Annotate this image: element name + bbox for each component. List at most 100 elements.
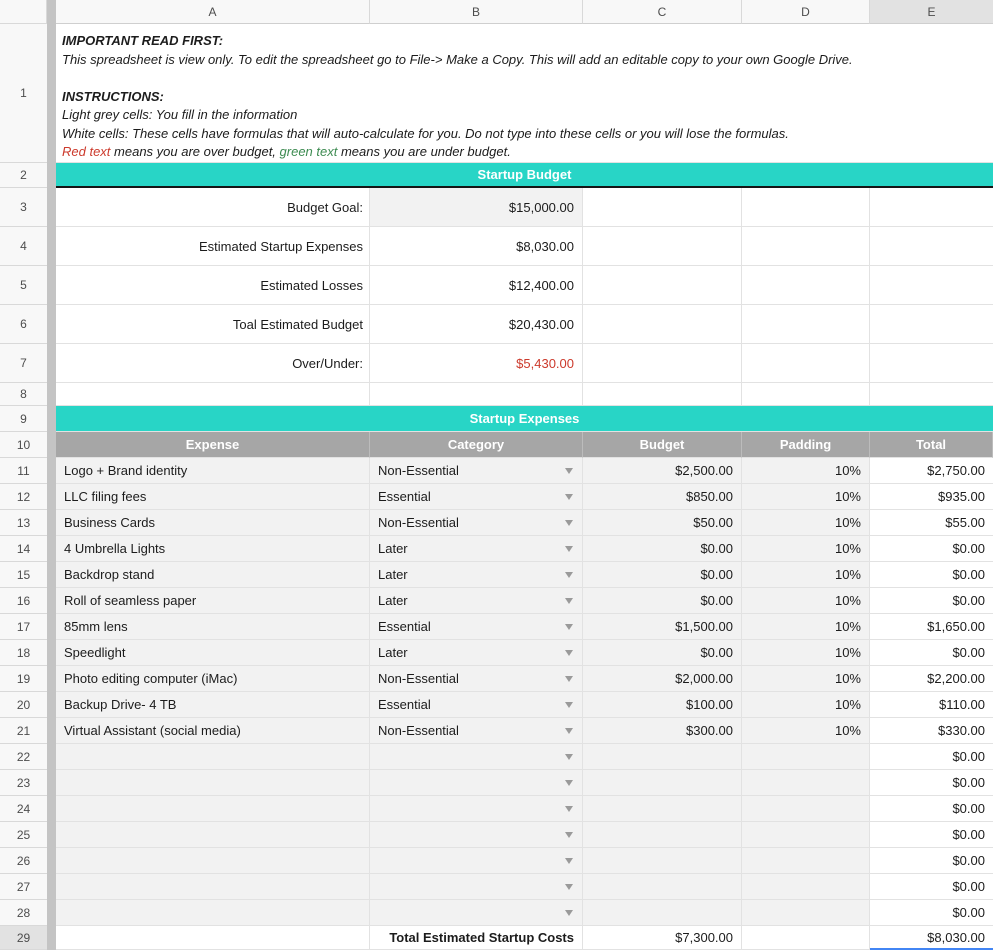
total-cell[interactable]: $2,200.00	[870, 666, 993, 692]
budget-label-cell[interactable]: Over/Under:	[56, 344, 370, 383]
total-cell[interactable]: $0.00	[870, 744, 993, 770]
row-header-1[interactable]: 1	[0, 24, 47, 163]
dropdown-arrow-icon[interactable]	[565, 598, 573, 604]
empty-cell[interactable]	[742, 383, 870, 406]
budget-amount-cell[interactable]: $0.00	[583, 562, 742, 588]
total-cell[interactable]: $0.00	[870, 588, 993, 614]
budget-col-header[interactable]: Budget	[583, 432, 742, 458]
row-header[interactable]: 14	[0, 536, 47, 562]
row-header[interactable]: 3	[0, 188, 47, 227]
category-dropdown-cell[interactable]	[370, 900, 583, 926]
total-cell[interactable]: $0.00	[870, 770, 993, 796]
col-header-c[interactable]: C	[583, 0, 742, 24]
budget-amount-cell[interactable]: $2,000.00	[583, 666, 742, 692]
empty-cell[interactable]	[742, 344, 870, 383]
row-header[interactable]: 11	[0, 458, 47, 484]
budget-amount-cell[interactable]	[583, 822, 742, 848]
padding-cell[interactable]	[742, 822, 870, 848]
category-dropdown-cell[interactable]	[370, 874, 583, 900]
total-cell[interactable]: $2,750.00	[870, 458, 993, 484]
row-header[interactable]: 6	[0, 305, 47, 344]
padding-cell[interactable]: 10%	[742, 640, 870, 666]
budget-amount-cell[interactable]: $300.00	[583, 718, 742, 744]
budget-amount-cell[interactable]	[583, 770, 742, 796]
empty-cell[interactable]	[583, 266, 742, 305]
row-header[interactable]: 25	[0, 822, 47, 848]
padding-cell[interactable]: 10%	[742, 562, 870, 588]
budget-amount-cell[interactable]: $0.00	[583, 640, 742, 666]
category-dropdown-cell[interactable]: Non-Essential	[370, 718, 583, 744]
category-dropdown-cell[interactable]: Essential	[370, 484, 583, 510]
empty-cell[interactable]	[870, 188, 993, 227]
category-dropdown-cell[interactable]	[370, 822, 583, 848]
empty-cell[interactable]	[870, 227, 993, 266]
expense-name-cell[interactable]	[56, 822, 370, 848]
row-header-2[interactable]: 2	[0, 163, 47, 188]
expense-name-cell[interactable]	[56, 744, 370, 770]
row-header-8[interactable]: 8	[0, 383, 47, 406]
dropdown-arrow-icon[interactable]	[565, 806, 573, 812]
total-col-header[interactable]: Total	[870, 432, 993, 458]
row-header[interactable]: 21	[0, 718, 47, 744]
row-header[interactable]: 15	[0, 562, 47, 588]
dropdown-arrow-icon[interactable]	[565, 832, 573, 838]
padding-cell[interactable]: 10%	[742, 536, 870, 562]
col-header-a[interactable]: A	[56, 0, 370, 24]
total-cell[interactable]: $0.00	[870, 536, 993, 562]
budget-label-cell[interactable]: Toal Estimated Budget	[56, 305, 370, 344]
dropdown-arrow-icon[interactable]	[565, 520, 573, 526]
empty-cell[interactable]	[370, 383, 583, 406]
category-dropdown-cell[interactable]: Essential	[370, 692, 583, 718]
expense-col-header[interactable]: Expense	[56, 432, 370, 458]
category-dropdown-cell[interactable]: Essential	[370, 614, 583, 640]
row-header[interactable]: 13	[0, 510, 47, 536]
empty-cell[interactable]	[583, 305, 742, 344]
empty-cell[interactable]	[742, 227, 870, 266]
total-cell[interactable]: $110.00	[870, 692, 993, 718]
budget-amount-cell[interactable]	[583, 848, 742, 874]
dropdown-arrow-icon[interactable]	[565, 494, 573, 500]
expense-name-cell[interactable]: Logo + Brand identity	[56, 458, 370, 484]
budget-amount-cell[interactable]: $50.00	[583, 510, 742, 536]
budget-amount-cell[interactable]: $100.00	[583, 692, 742, 718]
category-dropdown-cell[interactable]: Non-Essential	[370, 666, 583, 692]
dropdown-arrow-icon[interactable]	[565, 624, 573, 630]
empty-cell[interactable]	[56, 383, 370, 406]
empty-cell[interactable]	[870, 383, 993, 406]
instructions-cell[interactable]: IMPORTANT READ FIRST: This spreadsheet i…	[56, 24, 993, 163]
total-cell[interactable]: $0.00	[870, 822, 993, 848]
expense-name-cell[interactable]	[56, 770, 370, 796]
budget-value-cell[interactable]: $8,030.00	[370, 227, 583, 266]
row-header[interactable]: 26	[0, 848, 47, 874]
section-header-startup-expenses[interactable]: Startup Expenses	[56, 406, 993, 432]
row-header[interactable]: 7	[0, 344, 47, 383]
category-dropdown-cell[interactable]: Later	[370, 588, 583, 614]
category-dropdown-cell[interactable]: Later	[370, 562, 583, 588]
expense-name-cell[interactable]: Virtual Assistant (social media)	[56, 718, 370, 744]
budget-value-cell[interactable]: $5,430.00	[370, 344, 583, 383]
dropdown-arrow-icon[interactable]	[565, 754, 573, 760]
row-header[interactable]: 27	[0, 874, 47, 900]
budget-value-cell[interactable]: $15,000.00	[370, 188, 583, 227]
col-header-b[interactable]: B	[370, 0, 583, 24]
total-cell[interactable]: $935.00	[870, 484, 993, 510]
row-header[interactable]: 19	[0, 666, 47, 692]
budget-amount-cell[interactable]	[583, 796, 742, 822]
padding-cell[interactable]: 10%	[742, 510, 870, 536]
total-cell[interactable]: $0.00	[870, 874, 993, 900]
padding-cell[interactable]: 10%	[742, 614, 870, 640]
empty-cell[interactable]	[870, 344, 993, 383]
row-header[interactable]: 28	[0, 900, 47, 926]
dropdown-arrow-icon[interactable]	[565, 676, 573, 682]
row-header-9[interactable]: 9	[0, 406, 47, 432]
padding-cell[interactable]: 10%	[742, 718, 870, 744]
category-dropdown-cell[interactable]	[370, 770, 583, 796]
category-col-header[interactable]: Category	[370, 432, 583, 458]
corner-select-all[interactable]	[0, 0, 47, 24]
empty-cell[interactable]	[583, 344, 742, 383]
category-dropdown-cell[interactable]	[370, 744, 583, 770]
dropdown-arrow-icon[interactable]	[565, 858, 573, 864]
col-header-e[interactable]: E	[870, 0, 993, 24]
category-dropdown-cell[interactable]: Later	[370, 640, 583, 666]
total-cell[interactable]: $55.00	[870, 510, 993, 536]
